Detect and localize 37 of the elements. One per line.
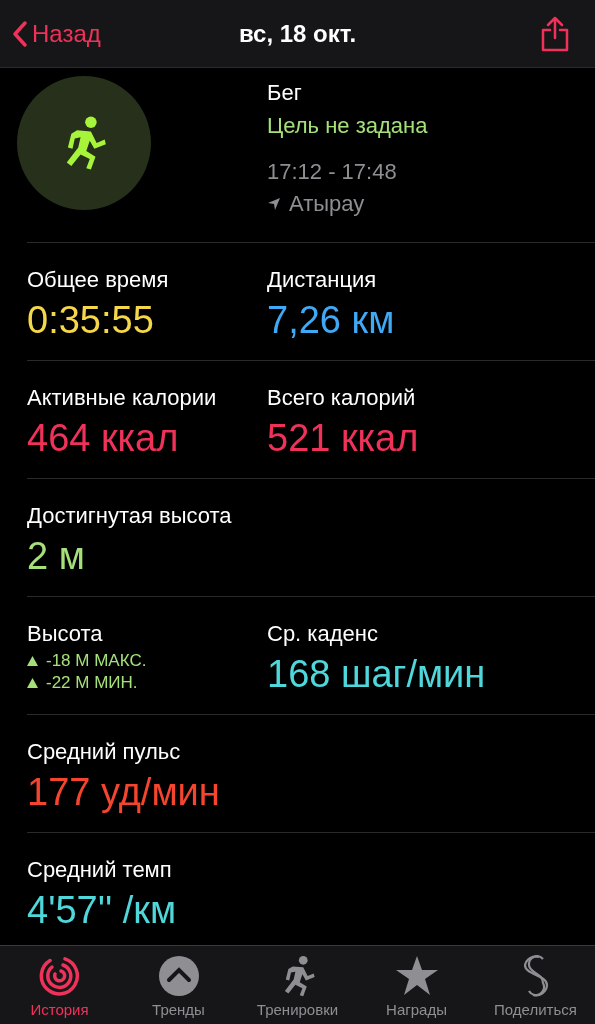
tab[interactable]: Тренды — [119, 946, 238, 1024]
rings-icon — [38, 955, 81, 997]
tab[interactable]: Тренировки — [238, 946, 357, 1024]
metric-value: 464 ккал — [27, 416, 180, 461]
metric-label: Достигнутая высота — [27, 502, 233, 530]
star-icon — [394, 955, 439, 997]
triangle-icon — [27, 656, 38, 666]
metric-value: 4'57'' /км — [27, 888, 178, 933]
triangle-icon — [27, 678, 38, 688]
range-value: -18 М МАКС. — [46, 651, 147, 671]
metric-value: 7,26 км — [267, 298, 395, 343]
workout-time: 17:12 - 17:48 — [267, 158, 398, 186]
chevron-left-icon — [12, 19, 28, 48]
metric-value: 521 ккал — [267, 416, 419, 461]
nav-title: вс, 18 окт. — [238, 18, 357, 49]
location-arrow-icon — [267, 197, 281, 211]
goal-text: Цель не задана — [267, 112, 428, 140]
metric-label: Дистанция — [267, 266, 378, 294]
metric-label: Средний пульс — [27, 738, 182, 766]
tab[interactable]: Награды — [357, 946, 476, 1024]
metric-label: Общее время — [27, 266, 170, 294]
chevron-up-icon — [157, 955, 200, 997]
tab[interactable]: История — [0, 946, 119, 1024]
location-text: Атырау — [289, 190, 365, 218]
metric-label: Ср. каденс — [267, 620, 379, 648]
metric-label: Высота — [27, 620, 104, 648]
metric-label: Активные калории — [27, 384, 218, 412]
range-value: -22 М МИН. — [46, 673, 138, 693]
back-button[interactable]: Назад — [12, 15, 101, 52]
metric-value: 177 уд/мин — [27, 770, 221, 815]
workout-type: Бег — [267, 79, 303, 107]
metric-value: 168 шаг/мин — [267, 652, 486, 697]
metric-value: 0:35:55 — [27, 298, 155, 343]
metric-label: Всего калорий — [267, 384, 417, 412]
tab[interactable]: Поделиться — [476, 946, 595, 1024]
metric-value: 2 м — [27, 534, 86, 579]
metric-label: Средний темп — [27, 856, 173, 884]
